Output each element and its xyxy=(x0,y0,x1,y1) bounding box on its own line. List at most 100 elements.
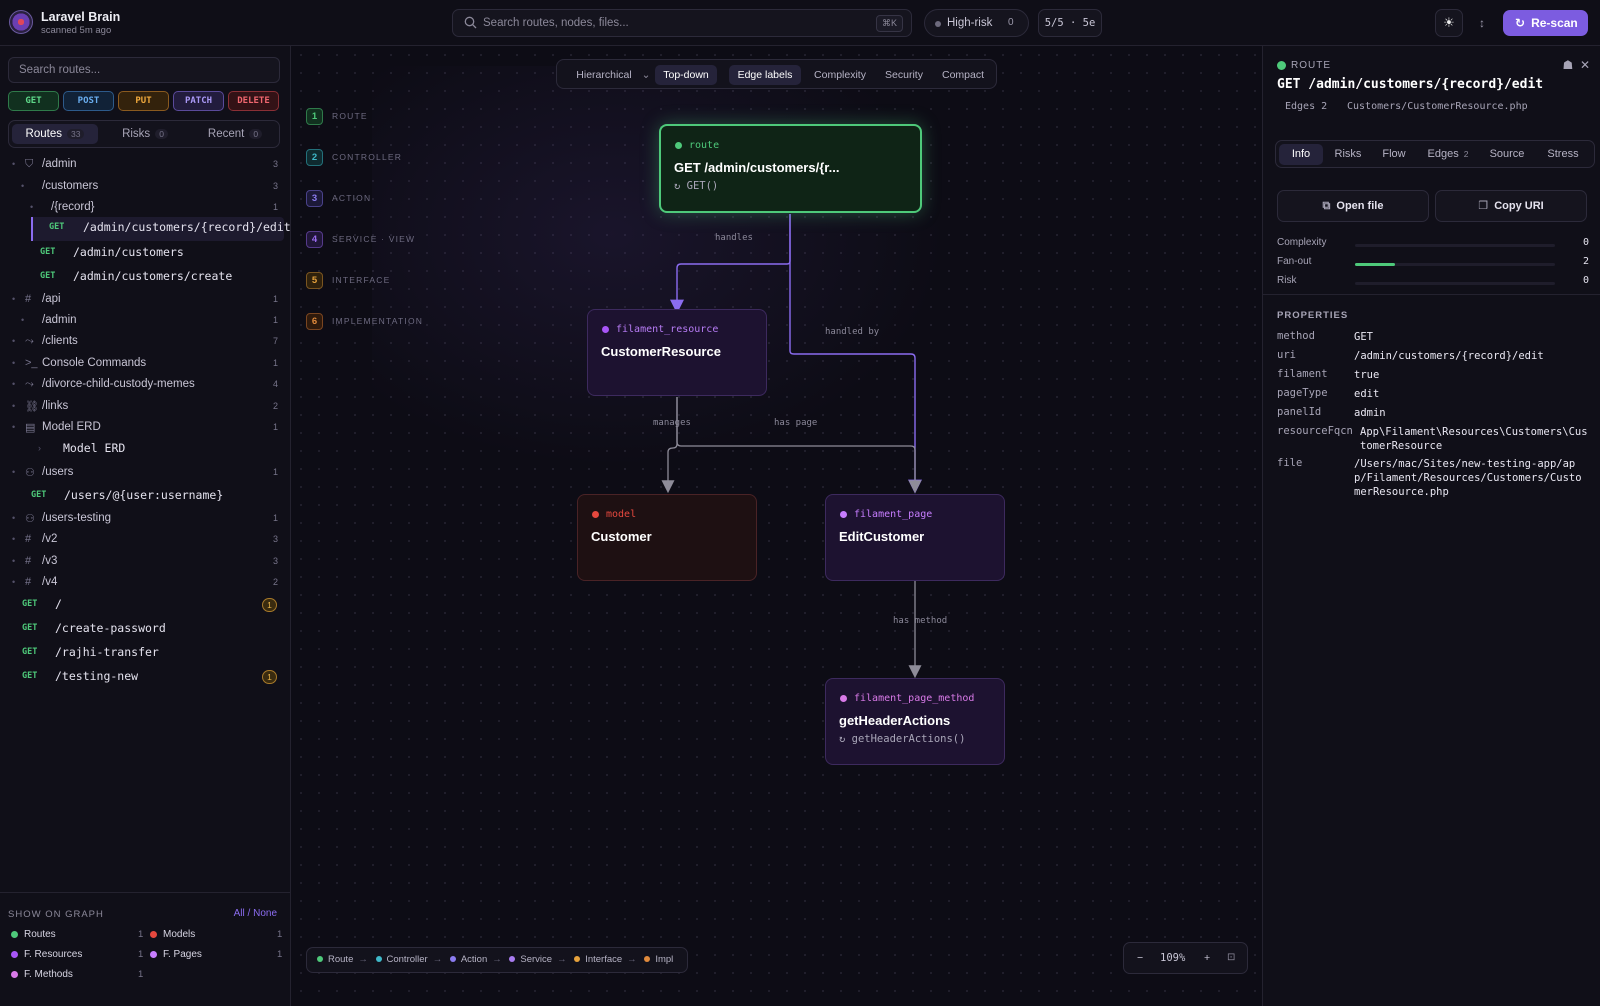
property-value: edit xyxy=(1354,388,1380,400)
tree-group[interactable]: • ⤳ /divorce-child-custody-memes 4 xyxy=(0,374,291,396)
tree-label: /divorce-child-custody-memes xyxy=(42,378,195,390)
tab-risks-count: 0 xyxy=(155,129,168,139)
filter-routes[interactable]: Routes 1 xyxy=(11,929,144,940)
sidebar: Search routes... GET POST PUT PATCH DELE… xyxy=(0,46,291,1006)
tab-routes-label: Routes xyxy=(25,128,62,140)
edge-label-handled-by: handled by xyxy=(825,327,880,337)
tree-group[interactable]: › Model ERD xyxy=(0,438,291,460)
tree-group[interactable]: • /{record} 1 xyxy=(0,197,291,219)
route-row[interactable]: GET / 1 xyxy=(0,594,291,616)
sort-button[interactable]: ↕ xyxy=(1472,11,1492,35)
edge-handled-by xyxy=(789,214,922,494)
caret-icon: • xyxy=(12,467,16,477)
route-row[interactable]: GET/create-password xyxy=(0,618,291,640)
property-key: resourceFqcn xyxy=(1277,425,1353,437)
node-get-header-actions[interactable]: filament_page_method getHeaderActions ↻ … xyxy=(825,678,1005,765)
panel-tab-flow[interactable]: Flow xyxy=(1373,144,1415,165)
node-customer-resource[interactable]: filament_resource CustomerResource xyxy=(587,309,767,396)
theme-toggle-button[interactable]: ☀ xyxy=(1435,9,1463,37)
toggle-complexity[interactable]: Complexity xyxy=(804,65,876,85)
tab-routes[interactable]: Routes 33 xyxy=(12,124,98,144)
zoom-out-button[interactable]: − xyxy=(1137,952,1143,964)
node-route[interactable]: route GET /admin/customers/{r... ↻ GET() xyxy=(659,124,922,213)
tree-group[interactable]: • # /api 1 xyxy=(0,289,291,311)
sidebar-tabs: Routes 33 Risks 0 Recent 0 xyxy=(8,120,280,148)
fit-view-icon[interactable]: ⊡ xyxy=(1227,952,1235,963)
tree-label: /v3 xyxy=(42,555,58,567)
show-none-link[interactable]: None xyxy=(253,908,277,919)
rescan-button[interactable]: ↻ Re-scan xyxy=(1503,10,1588,36)
tree-group[interactable]: • ⚇ /users 1 xyxy=(0,462,291,484)
route-row[interactable]: GET/testing-new 1 xyxy=(0,666,291,688)
show-all-link[interactable]: All xyxy=(234,908,245,919)
tree-group[interactable]: • ⛉ /admin 3 xyxy=(0,154,291,176)
arrow-right-icon: → xyxy=(627,954,637,965)
robot-icon[interactable]: ☗ xyxy=(1563,58,1574,72)
tree-group[interactable]: • ⚇ /users-testing 1 xyxy=(0,508,291,530)
tree-leaf-label: Model ERD xyxy=(63,441,126,455)
filter-methods[interactable]: F. Methods 1 xyxy=(11,969,143,980)
tab-risks[interactable]: Risks 0 xyxy=(102,124,188,144)
filter-resources[interactable]: F. Resources 1 xyxy=(11,949,143,960)
tree-group[interactable]: • # /v3 3 xyxy=(0,551,291,573)
filter-pages[interactable]: F. Pages 1 xyxy=(150,949,282,960)
filter-routes-count: 1 xyxy=(138,929,144,940)
panel-actions: ☗ ✕ xyxy=(1563,58,1591,72)
route-row[interactable]: GET/users/@{user:username} xyxy=(0,485,291,507)
lane-route-label: ROUTE xyxy=(332,111,368,121)
zoom-level: 109% xyxy=(1160,952,1186,964)
tree-group[interactable]: • >_ Console Commands 1 xyxy=(0,353,291,375)
panel-tab-edges[interactable]: Edges 2 xyxy=(1418,144,1478,165)
filter-models[interactable]: Models 1 xyxy=(150,929,282,940)
copy-uri-button[interactable]: ❐ Copy URI xyxy=(1435,190,1587,222)
method-filter-delete[interactable]: DELETE xyxy=(228,91,279,111)
panel-tab-risks[interactable]: Risks xyxy=(1326,144,1370,165)
metric-value: 2 xyxy=(1582,256,1589,267)
tree-group[interactable]: • # /v4 2 xyxy=(0,572,291,594)
node-edit-customer[interactable]: filament_page EditCustomer xyxy=(825,494,1005,581)
direction-top-down[interactable]: Top-down xyxy=(655,65,717,85)
resource-dot-icon xyxy=(602,325,609,333)
metric-bar xyxy=(1355,263,1555,266)
node-model-kind-label: model xyxy=(606,509,637,520)
panel-tab-stress[interactable]: Stress xyxy=(1536,144,1590,165)
toggle-security[interactable]: Security xyxy=(875,65,933,85)
tree-group[interactable]: • # /v2 3 xyxy=(0,529,291,551)
high-risk-dot-icon xyxy=(935,21,941,27)
open-file-button[interactable]: ⧉ Open file xyxy=(1277,190,1429,222)
method-filter-post[interactable]: POST xyxy=(63,91,114,111)
route-row[interactable]: GET/rajhi-transfer xyxy=(0,642,291,664)
tree-count: 3 xyxy=(272,159,278,169)
method-filter-get[interactable]: GET xyxy=(8,91,59,111)
search-icon xyxy=(464,16,477,32)
toggle-edge-labels[interactable]: Edge labels xyxy=(729,65,801,85)
high-risk-filter[interactable]: High-risk 0 xyxy=(924,9,1029,37)
tree-group[interactable]: • /customers 3 xyxy=(0,176,291,198)
zoom-in-button[interactable]: + xyxy=(1204,952,1210,964)
panel-tab-source[interactable]: Source xyxy=(1481,144,1533,165)
method-filter-put[interactable]: PUT xyxy=(118,91,169,111)
route-row[interactable]: GET/admin/customers xyxy=(0,242,291,264)
global-search-input[interactable]: Search routes, nodes, files... ⌘K xyxy=(452,9,912,37)
tree-group[interactable]: • ⛓/links 2 xyxy=(0,396,291,418)
route-row[interactable]: GET/admin/customers/{record}/edit xyxy=(31,217,291,241)
graph-canvas[interactable]: Hierarchical ⌄ Top-down Edge labels Comp… xyxy=(292,46,1262,1006)
route-search-input[interactable]: Search routes... xyxy=(8,57,280,83)
tree-group[interactable]: • ⤳ /clients 7 xyxy=(0,331,291,353)
layout-hierarchical[interactable]: Hierarchical xyxy=(563,65,645,85)
tree-group[interactable]: • /admin 1 xyxy=(0,310,291,332)
toggle-compact[interactable]: Compact xyxy=(933,65,993,85)
lane-controller-number: 2 xyxy=(306,149,323,166)
caret-icon: • xyxy=(12,159,16,169)
layout-dropdown-chevron-icon[interactable]: ⌄ xyxy=(640,65,652,85)
route-row[interactable]: GET/admin/customers/create xyxy=(0,266,291,288)
route-path: /admin/customers xyxy=(73,245,184,259)
tab-recent[interactable]: Recent 0 xyxy=(192,124,278,144)
close-icon[interactable]: ✕ xyxy=(1580,58,1590,72)
node-customer-model[interactable]: model Customer xyxy=(577,494,757,581)
lane-action-number: 3 xyxy=(306,190,323,207)
tree-count: 1 xyxy=(272,513,278,523)
panel-tab-info[interactable]: Info xyxy=(1279,144,1323,165)
tree-group[interactable]: • ▤ Model ERD 1 xyxy=(0,417,291,439)
method-filter-patch[interactable]: PATCH xyxy=(173,91,224,111)
